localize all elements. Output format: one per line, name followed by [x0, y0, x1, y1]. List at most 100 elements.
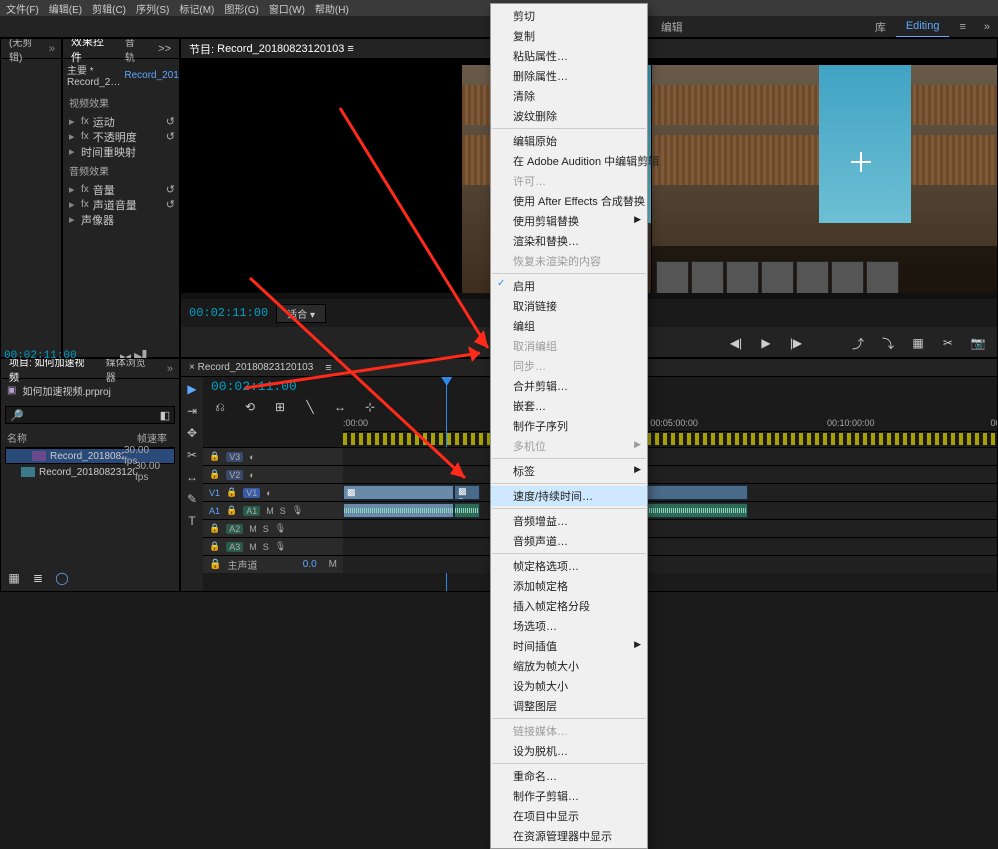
ctx-item[interactable]: 制作子序列	[491, 416, 647, 436]
ctx-item[interactable]: 剪切	[491, 6, 647, 26]
menu-graphics[interactable]: 图形(G)	[224, 1, 258, 16]
timeline-timecode[interactable]: 00:02:11:00	[203, 377, 305, 396]
ctx-item[interactable]: 编组	[491, 316, 647, 336]
eye-icon[interactable]: ◐	[249, 452, 254, 462]
eye-icon[interactable]: ◐	[266, 488, 271, 498]
ctx-item[interactable]: 设为帧大小	[491, 676, 647, 696]
ctx-item[interactable]: 帧定格选项…	[491, 556, 647, 576]
ctx-item[interactable]: 启用✓	[491, 276, 647, 296]
ctx-item[interactable]: 编辑原始	[491, 131, 647, 151]
reset-icon[interactable]: ↺	[166, 198, 175, 211]
ctx-item[interactable]: 速度/持续时间…	[491, 486, 647, 506]
project-search[interactable]: 🔎 ◧	[5, 406, 175, 424]
ctx-item[interactable]: 渲染和替换…	[491, 231, 647, 251]
ctx-item[interactable]: 使用 After Effects 合成替换	[491, 191, 647, 211]
program-timecode[interactable]: 00:02:11:00	[189, 306, 268, 320]
fx-tab[interactable]: 效果控件	[63, 39, 117, 58]
eye-icon[interactable]: ◐	[249, 470, 254, 480]
mic-icon[interactable]: 🎙	[275, 523, 286, 534]
mute-icon[interactable]: M	[266, 506, 274, 516]
reset-icon[interactable]: ↺	[166, 183, 175, 196]
search-input[interactable]	[24, 409, 160, 422]
lock-icon[interactable]: 🔒	[209, 469, 220, 480]
clip-context-menu[interactable]: 剪切复制粘贴属性…删除属性…清除波纹删除编辑原始在 Adobe Audition…	[490, 3, 648, 849]
icon-view-icon[interactable]: ≣	[29, 569, 47, 587]
fx-row-channel-volume[interactable]: ▸fx声道音量↺	[63, 197, 179, 212]
source-tab[interactable]: (无剪辑)	[1, 39, 43, 58]
step-back-icon[interactable]: ◀|	[727, 334, 745, 352]
timeline-tab[interactable]: × Record_20180823120103	[181, 362, 321, 373]
source-overflow[interactable]: »	[43, 43, 61, 55]
ctx-item[interactable]: 使用剪辑替换▶	[491, 211, 647, 231]
timeline-clip-a1a[interactable]	[343, 503, 454, 518]
project-overflow[interactable]: »	[161, 363, 179, 375]
ctx-item[interactable]: 复制	[491, 26, 647, 46]
project-tab[interactable]: 项目: 如何加速视频	[1, 359, 98, 378]
workspace-overflow[interactable]: »	[976, 21, 998, 33]
pen-tool-icon[interactable]: ✎	[184, 491, 200, 507]
mic-icon[interactable]: 🎙	[275, 541, 286, 552]
panel-menu-icon[interactable]: ≡	[949, 16, 975, 37]
ctx-item[interactable]: 在 Adobe Audition 中编辑剪辑	[491, 151, 647, 171]
lift-icon[interactable]: ⤴	[849, 334, 867, 352]
ctx-item[interactable]: 取消链接	[491, 296, 647, 316]
mute-icon[interactable]: M	[249, 542, 257, 552]
lock-icon[interactable]: 🔒	[226, 487, 237, 498]
lock-icon[interactable]: 🔒	[209, 451, 220, 462]
lock-icon[interactable]: 🔒	[226, 505, 237, 516]
menu-help[interactable]: 帮助(H)	[315, 1, 349, 16]
fx-clip-link[interactable]: Record_2018…	[124, 70, 180, 81]
timeline-clip-v1a[interactable]: ▩ Record_201808231201	[343, 485, 454, 500]
timeline-clip-v1b[interactable]: ▩ Rec	[454, 485, 480, 500]
razor-tool-icon[interactable]: ✂	[184, 447, 200, 463]
solo-icon[interactable]: S	[280, 506, 286, 516]
col-name[interactable]: 名称	[5, 428, 135, 447]
menu-file[interactable]: 文件(F)	[6, 1, 39, 16]
fx-row-motion[interactable]: ▸fx运动↺	[63, 114, 179, 129]
fx-row-panner[interactable]: ▸声像器	[63, 212, 179, 227]
project-row-clip[interactable]: Record_20180823120103.m 30.00 fps	[5, 464, 175, 480]
program-fit-menu[interactable]: 适合 ▾	[276, 304, 326, 323]
meter-icon[interactable]: M	[329, 559, 337, 570]
ctx-item[interactable]: 调整图层	[491, 696, 647, 716]
timeline-tab-menu[interactable]: ≡	[325, 362, 331, 374]
play-icon[interactable]: ▶	[757, 334, 775, 352]
ctx-item[interactable]: 设为脱机…	[491, 741, 647, 761]
workspace-library[interactable]: 库	[865, 16, 896, 37]
ctx-item[interactable]: 清除	[491, 86, 647, 106]
fx-row-opacity[interactable]: ▸fx不透明度↺	[63, 129, 179, 144]
ctx-item[interactable]: 波纹删除	[491, 106, 647, 126]
workspace-edit[interactable]: 编辑	[651, 16, 693, 37]
workspace-editing[interactable]: Editing	[896, 16, 950, 37]
ctx-item[interactable]: 时间插值▶	[491, 636, 647, 656]
menu-clip[interactable]: 剪辑(C)	[92, 1, 126, 16]
work-area-bar[interactable]	[343, 433, 997, 445]
ctx-item[interactable]: 场选项…	[491, 616, 647, 636]
solo-icon[interactable]: S	[263, 524, 269, 534]
fx-more-tabs[interactable]: >>	[150, 39, 179, 58]
solo-icon[interactable]: S	[263, 542, 269, 552]
timeline-ruler[interactable]: :00:00 00:05:00:00 00:10:00:00 00:15:00:…	[343, 418, 997, 432]
snap-icon[interactable]: ⟲	[241, 398, 259, 416]
mute-icon[interactable]: M	[249, 524, 257, 534]
step-fwd-icon[interactable]: |▶	[787, 334, 805, 352]
selection-tool-icon[interactable]: ▶	[184, 381, 200, 397]
ctx-item[interactable]: 嵌套…	[491, 396, 647, 416]
ctx-item[interactable]: 标签▶	[491, 461, 647, 481]
snapshot-icon[interactable]: 📷	[969, 334, 987, 352]
timeline-clip-a1b[interactable]	[454, 503, 480, 518]
extract-icon[interactable]: ⤵	[879, 334, 897, 352]
ctx-item[interactable]: 重命名…	[491, 766, 647, 786]
program-tab[interactable]: 节目: Record_20180823120103 ≡	[181, 39, 362, 58]
menu-edit[interactable]: 编辑(E)	[49, 1, 82, 16]
reset-icon[interactable]: ↺	[166, 130, 175, 143]
ctx-item[interactable]: 添加帧定格	[491, 576, 647, 596]
wrench-icon[interactable]: ⊹	[361, 398, 379, 416]
ripple-tool-icon[interactable]: ✥	[184, 425, 200, 441]
ctx-item[interactable]: 制作子剪辑…	[491, 786, 647, 806]
list-view-icon[interactable]: ▦	[5, 569, 23, 587]
menu-sequence[interactable]: 序列(S)	[136, 1, 169, 16]
lock-icon[interactable]: 🔒	[209, 541, 220, 552]
mic-icon[interactable]: 🎙	[292, 505, 303, 516]
ctx-item[interactable]: 在资源管理器中显示	[491, 826, 647, 846]
